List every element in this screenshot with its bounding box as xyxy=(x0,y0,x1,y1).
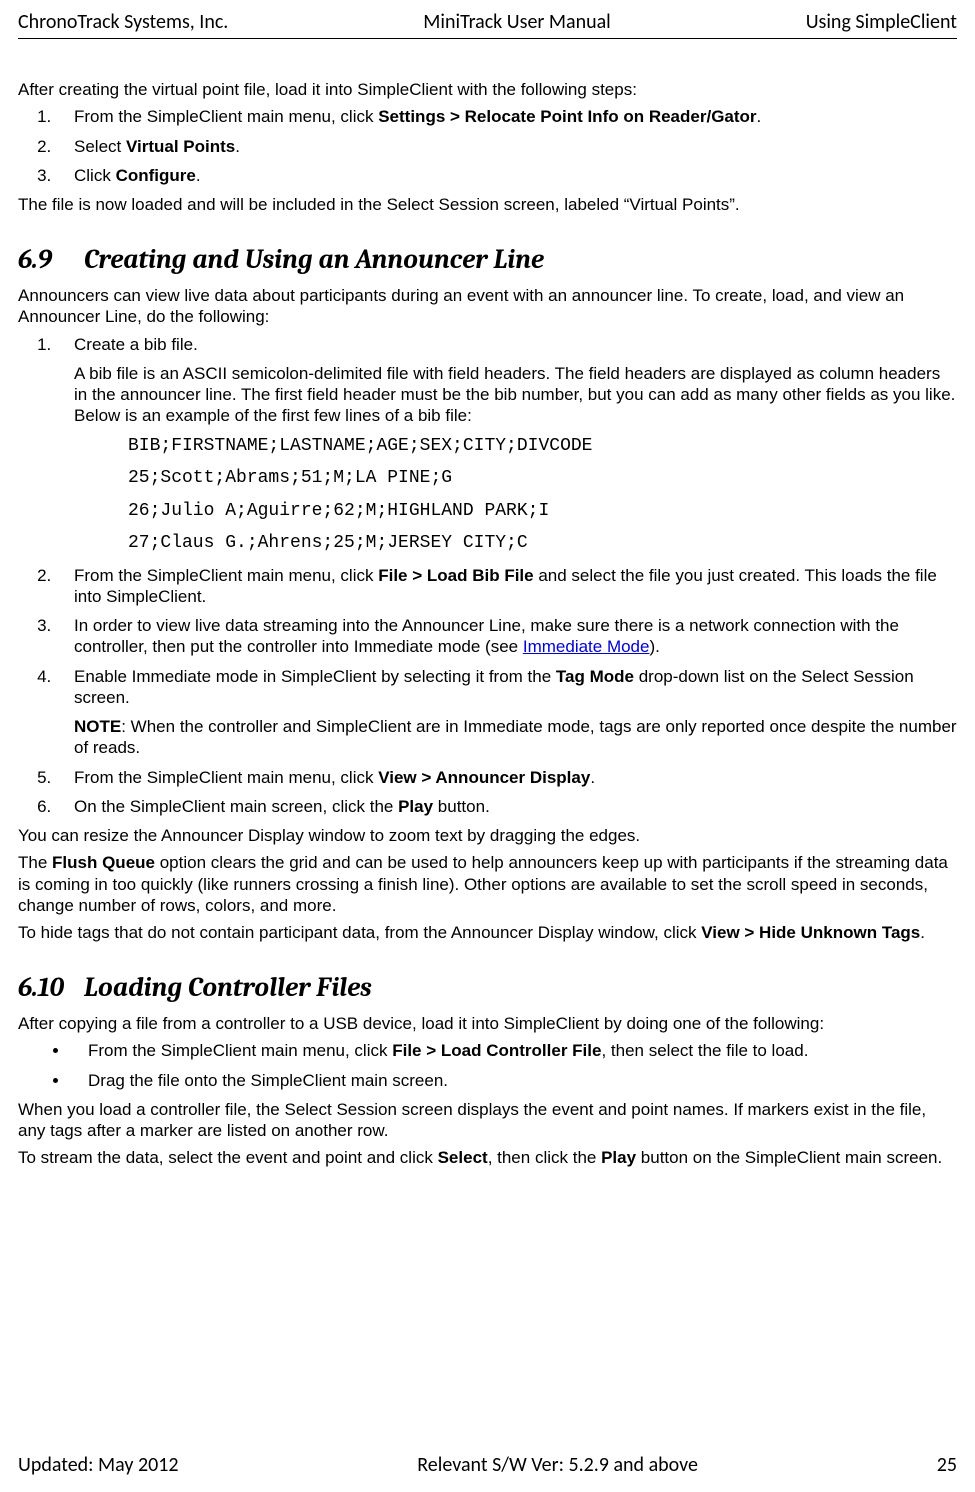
text: . xyxy=(196,166,201,185)
text: . xyxy=(920,923,925,942)
h69-p2: The Flush Queue option clears the grid a… xyxy=(18,852,957,916)
text: In order to view live data streaming int… xyxy=(74,616,899,656)
text: , then click the xyxy=(488,1148,601,1167)
text: Enable Immediate mode in SimpleClient by… xyxy=(74,667,556,686)
h69-step-4: Enable Immediate mode in SimpleClient by… xyxy=(56,666,957,759)
h69-p1: You can resize the Announcer Display win… xyxy=(18,825,957,846)
h69-step-4-note: NOTE: When the controller and SimpleClie… xyxy=(74,716,957,759)
code-line: BIB;FIRSTNAME;LASTNAME;AGE;SEX;CITY;DIVC… xyxy=(128,435,957,458)
h610-p2: To stream the data, select the event and… xyxy=(18,1147,957,1168)
intro-after: The file is now loaded and will be inclu… xyxy=(18,194,957,215)
bold: File > Load Controller File xyxy=(392,1041,601,1060)
text: The xyxy=(18,853,52,872)
footer-center: Relevant S/W Ver: 5.2.9 and above xyxy=(417,1453,698,1478)
h69-step-6: On the SimpleClient main screen, click t… xyxy=(56,796,957,817)
page-footer: Updated: May 2012 Relevant S/W Ver: 5.2.… xyxy=(18,1453,957,1478)
text: button. xyxy=(433,797,490,816)
header-center: MiniTrack User Manual xyxy=(423,10,610,35)
heading-num: 6.9 xyxy=(18,243,84,277)
code-line: 27;Claus G.;Ahrens;25;M;JERSEY CITY;C xyxy=(128,532,957,555)
intro-paragraph: After creating the virtual point file, l… xyxy=(18,79,957,100)
page: ChronoTrack Systems, Inc. MiniTrack User… xyxy=(0,0,975,1492)
bold: Settings > Relocate Point Info on Reader… xyxy=(378,107,756,126)
heading-title: Creating and Using an Announcer Line xyxy=(84,244,544,275)
footer-left: Updated: May 2012 xyxy=(18,1453,179,1478)
bold: File > Load Bib File xyxy=(378,566,533,585)
text: . xyxy=(235,137,240,156)
text: Create a bib file. xyxy=(74,335,198,354)
text: Select xyxy=(74,137,126,156)
immediate-mode-link[interactable]: Immediate Mode xyxy=(523,637,650,656)
text: . xyxy=(757,107,762,126)
bib-file-example: BIB;FIRSTNAME;LASTNAME;AGE;SEX;CITY;DIVC… xyxy=(128,435,957,555)
intro-step-1: From the SimpleClient main menu, click S… xyxy=(56,106,957,127)
bold: Configure xyxy=(116,166,196,185)
h69-intro: Announcers can view live data about part… xyxy=(18,285,957,328)
h69-step-3: In order to view live data streaming int… xyxy=(56,615,957,658)
heading-6-10: 6.10Loading Controller Files xyxy=(18,971,957,1005)
h610-p1: When you load a controller file, the Sel… xyxy=(18,1099,957,1142)
text: ). xyxy=(649,637,659,656)
h610-bullet-1: From the SimpleClient main menu, click F… xyxy=(70,1040,957,1061)
code-line: 26;Julio A;Aguirre;62;M;HIGHLAND PARK;I xyxy=(128,500,957,523)
h69-step-1-para: A bib file is an ASCII semicolon-delimit… xyxy=(74,363,957,427)
header-rule xyxy=(18,38,957,39)
text: From the SimpleClient main menu, click xyxy=(74,566,378,585)
header-left: ChronoTrack Systems, Inc. xyxy=(18,10,228,35)
footer-right: 25 xyxy=(937,1453,957,1478)
h69-steps: Create a bib file. A bib file is an ASCI… xyxy=(56,334,957,818)
text: : When the controller and SimpleClient a… xyxy=(74,717,957,757)
page-header: ChronoTrack Systems, Inc. MiniTrack User… xyxy=(18,10,957,38)
bold: Play xyxy=(398,797,433,816)
h69-p3: To hide tags that do not contain partici… xyxy=(18,922,957,943)
text: . xyxy=(590,768,595,787)
h69-step-5: From the SimpleClient main menu, click V… xyxy=(56,767,957,788)
heading-num: 6.10 xyxy=(18,971,84,1005)
h610-bullet-2: Drag the file onto the SimpleClient main… xyxy=(70,1070,957,1091)
bold: Select xyxy=(438,1148,488,1167)
intro-steps: From the SimpleClient main menu, click S… xyxy=(56,106,957,186)
heading-title: Loading Controller Files xyxy=(84,972,372,1003)
text: On the SimpleClient main screen, click t… xyxy=(74,797,398,816)
text: Click xyxy=(74,166,116,185)
bold: Tag Mode xyxy=(556,667,634,686)
intro-step-2: Select Virtual Points. xyxy=(56,136,957,157)
bold: Play xyxy=(601,1148,636,1167)
bold: Virtual Points xyxy=(126,137,235,156)
text: option clears the grid and can be used t… xyxy=(18,853,948,915)
text: From the SimpleClient main menu, click xyxy=(74,768,378,787)
text: button on the SimpleClient main screen. xyxy=(636,1148,942,1167)
h610-intro: After copying a file from a controller t… xyxy=(18,1013,957,1034)
bold: Flush Queue xyxy=(52,853,155,872)
header-right: Using SimpleClient xyxy=(806,10,957,35)
h69-step-2: From the SimpleClient main menu, click F… xyxy=(56,565,957,608)
text: To hide tags that do not contain partici… xyxy=(18,923,701,942)
bold: View > Announcer Display xyxy=(378,768,590,787)
note-label: NOTE xyxy=(74,717,121,736)
text: From the SimpleClient main menu, click xyxy=(88,1041,392,1060)
bold: View > Hide Unknown Tags xyxy=(701,923,920,942)
h69-step-1: Create a bib file. A bib file is an ASCI… xyxy=(56,334,957,555)
code-line: 25;Scott;Abrams;51;M;LA PINE;G xyxy=(128,467,957,490)
text: , then select the file to load. xyxy=(601,1041,808,1060)
text: To stream the data, select the event and… xyxy=(18,1148,438,1167)
h610-bullets: From the SimpleClient main menu, click F… xyxy=(70,1040,957,1091)
text: Drag the file onto the SimpleClient main… xyxy=(88,1071,448,1090)
intro-step-3: Click Configure. xyxy=(56,165,957,186)
heading-6-9: 6.9Creating and Using an Announcer Line xyxy=(18,243,957,277)
text: From the SimpleClient main menu, click xyxy=(74,107,378,126)
